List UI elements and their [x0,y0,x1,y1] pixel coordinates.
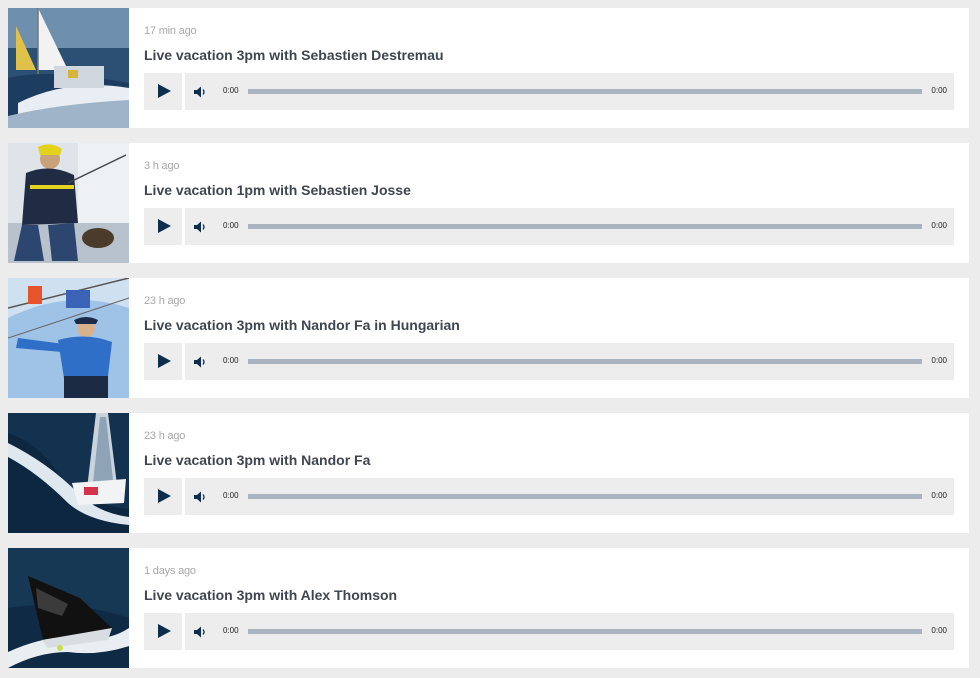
episode-title: Live vacation 3pm with Alex Thomson [144,587,398,603]
episode-card: 23 h ago Live vacation 3pm with Nandor F… [8,413,969,533]
episode-thumbnail[interactable] [8,143,129,263]
speaker-icon [194,356,205,368]
duration: 0:00 [931,86,947,95]
aerial-yacht-photo [8,413,129,533]
player-controls: 0:00 0:00 [185,208,954,245]
player-controls: 0:00 0:00 [185,73,954,110]
black-sail-yacht-photo [8,548,129,668]
sailor-on-deck-photo [8,143,129,263]
player-controls: 0:00 0:00 [185,478,954,515]
episode-time: 17 min ago [144,25,197,37]
current-time: 0:00 [223,626,239,635]
speaker-icon [194,221,205,233]
volume-button[interactable] [193,84,209,100]
episode-time: 23 h ago [144,430,186,442]
progress-track[interactable] [248,89,922,94]
episode-card: 17 min ago Live vacation 3pm with Sebast… [8,8,969,128]
speaker-icon [194,626,205,638]
audio-player: 0:00 0:00 [144,478,954,515]
episode-card: 23 h ago Live vacation 3pm with Nandor F… [8,278,969,398]
current-time: 0:00 [223,491,239,500]
episode-thumbnail[interactable] [8,8,129,128]
duration: 0:00 [931,221,947,230]
player-controls: 0:00 0:00 [185,343,954,380]
volume-button[interactable] [193,219,209,235]
episode-time: 3 h ago [144,160,180,172]
speaker-icon [194,491,205,503]
episode-title: Live vacation 1pm with Sebastien Josse [144,182,411,198]
sailor-in-rigging-photo [8,278,129,398]
duration: 0:00 [931,626,947,635]
current-time: 0:00 [223,356,239,365]
episode-card: 3 h ago Live vacation 1pm with Sebastien… [8,143,969,263]
play-icon [158,624,171,638]
play-icon [158,489,171,503]
duration: 0:00 [931,491,947,500]
audio-player: 0:00 0:00 [144,73,954,110]
current-time: 0:00 [223,86,239,95]
audio-player: 0:00 0:00 [144,208,954,245]
play-button[interactable] [144,208,182,245]
progress-track[interactable] [248,359,922,364]
current-time: 0:00 [223,221,239,230]
sailboat-deck-photo [8,8,129,128]
episode-time: 1 days ago [144,565,196,577]
episode-thumbnail[interactable] [8,548,129,668]
duration: 0:00 [931,356,947,365]
play-icon [158,219,171,233]
episode-title: Live vacation 3pm with Sebastien Destrem… [144,47,444,63]
progress-track[interactable] [248,629,922,634]
volume-button[interactable] [193,489,209,505]
episode-thumbnail[interactable] [8,278,129,398]
audio-player: 0:00 0:00 [144,613,954,650]
play-button[interactable] [144,478,182,515]
player-controls: 0:00 0:00 [185,613,954,650]
play-icon [158,354,171,368]
play-icon [158,84,171,98]
volume-button[interactable] [193,624,209,640]
play-button[interactable] [144,343,182,380]
episode-title: Live vacation 3pm with Nandor Fa in Hung… [144,317,460,333]
play-button[interactable] [144,73,182,110]
audio-episode-list: 17 min ago Live vacation 3pm with Sebast… [0,0,980,678]
episode-time: 23 h ago [144,295,186,307]
play-button[interactable] [144,613,182,650]
episode-title: Live vacation 3pm with Nandor Fa [144,452,371,468]
episode-card: 1 days ago Live vacation 3pm with Alex T… [8,548,969,668]
progress-track[interactable] [248,224,922,229]
progress-track[interactable] [248,494,922,499]
volume-button[interactable] [193,354,209,370]
episode-thumbnail[interactable] [8,413,129,533]
speaker-icon [194,86,205,98]
audio-player: 0:00 0:00 [144,343,954,380]
